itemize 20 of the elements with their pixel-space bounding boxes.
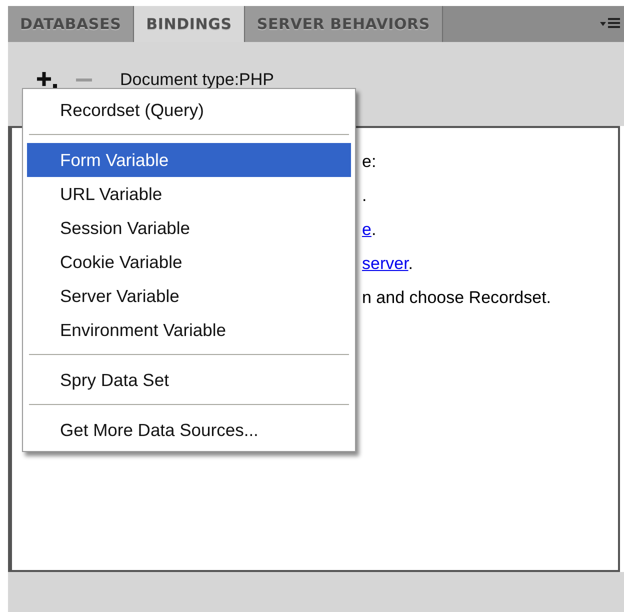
menu-item[interactable]: Server Variable (27, 279, 351, 313)
menu-item[interactable]: Spry Data Set (27, 363, 351, 397)
instruction-text: n and choose Recordset. (362, 288, 552, 307)
menu-item[interactable]: Environment Variable (27, 313, 351, 347)
instruction-text: e: (362, 152, 376, 171)
menu-item[interactable]: Form Variable (27, 143, 351, 177)
link[interactable]: server (362, 254, 408, 273)
instruction-text: . (371, 220, 376, 239)
instruction-text: . (362, 186, 367, 205)
instruction-text: . (408, 254, 414, 273)
menu-item[interactable]: URL Variable (27, 177, 351, 211)
panel-menu-icon[interactable] (600, 17, 620, 31)
menu-item[interactable]: Session Variable (27, 211, 351, 245)
add-icon[interactable] (36, 70, 58, 90)
menu-item[interactable]: Recordset (Query) (27, 93, 351, 127)
menu-item[interactable]: Get More Data Sources... (27, 413, 351, 447)
document-type-label: Document type:PHP (120, 69, 274, 92)
menu-item[interactable]: Cookie Variable (27, 245, 351, 279)
panel-tab[interactable]: BINDINGS (134, 6, 245, 42)
link[interactable]: e (362, 220, 372, 239)
